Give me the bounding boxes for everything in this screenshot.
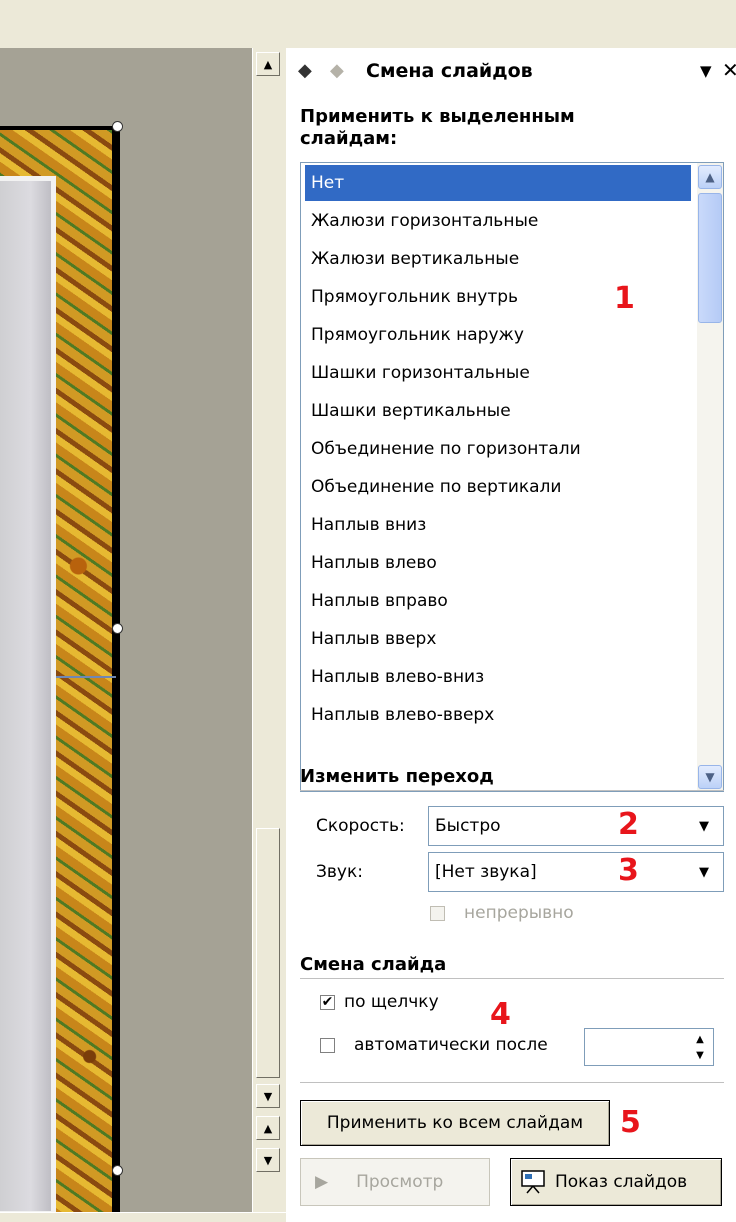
annotation-2: 2 <box>618 807 639 842</box>
annotation-3: 3 <box>618 853 639 888</box>
annotation-4: 4 <box>490 997 511 1032</box>
slideshow-label: Показ слайдов <box>555 1172 688 1192</box>
divider <box>300 978 724 979</box>
list-item[interactable]: Объединение по вертикали <box>305 469 691 505</box>
list-item[interactable]: Наплыв вниз <box>305 507 691 543</box>
advance-section-label: Смена слайда <box>300 954 447 975</box>
apply-section-label: Применить к выделенным слайдам: <box>300 106 575 149</box>
transition-listbox[interactable]: Нет Жалюзи горизонтальные Жалюзи вертика… <box>300 162 724 792</box>
auto-advance-checkbox[interactable] <box>320 1038 335 1053</box>
play-icon: ▶ <box>315 1172 329 1192</box>
listbox-scrollbar[interactable]: ▲ ▼ <box>697 163 723 791</box>
forward-arrow-icon[interactable]: ◆ <box>330 60 344 81</box>
list-item[interactable]: Объединение по горизонтали <box>305 431 691 467</box>
list-item[interactable]: Наплыв влево-вниз <box>305 659 691 695</box>
loop-checkbox[interactable] <box>430 906 445 921</box>
slideshow-button[interactable]: Показ слайдов <box>510 1158 722 1206</box>
list-item[interactable]: Жалюзи вертикальные <box>305 241 691 277</box>
annotation-5: 5 <box>620 1105 641 1140</box>
on-click-checkbox[interactable]: ✔ <box>320 995 335 1010</box>
pane-title: Смена слайдов <box>366 60 533 82</box>
divider <box>300 790 724 791</box>
pane-menu-icon[interactable]: ▼ <box>700 62 712 80</box>
scroll-down-icon[interactable]: ▼ <box>256 1084 280 1108</box>
list-item[interactable]: Шашки горизонтальные <box>305 355 691 391</box>
previous-slide-icon[interactable]: ▲ <box>256 1116 280 1140</box>
auto-advance-label: автоматически после <box>354 1035 548 1055</box>
list-item[interactable]: Нет <box>305 165 691 201</box>
top-strip <box>0 0 736 48</box>
auto-advance-time-input[interactable]: ▲ ▼ <box>584 1028 714 1066</box>
resize-handle-top[interactable] <box>112 121 123 132</box>
workspace-scrollbar[interactable]: ▲ ▼ ▲ ▼ <box>252 48 282 1212</box>
slide-workspace <box>0 48 252 1222</box>
list-item[interactable]: Прямоугольник наружу <box>305 317 691 353</box>
preview-button[interactable]: ▶ Просмотр <box>300 1158 490 1206</box>
list-item[interactable]: Наплыв вверх <box>305 621 691 657</box>
list-item[interactable]: Наплыв влево-вверх <box>305 697 691 733</box>
speed-combo[interactable]: Быстро ▼ <box>428 806 724 846</box>
close-icon[interactable]: ✕ <box>722 58 736 82</box>
slide-thumbnail[interactable] <box>0 126 120 1222</box>
sound-label: Звук: <box>316 862 363 882</box>
speed-label: Скорость: <box>316 816 405 836</box>
resize-handle-middle[interactable] <box>112 623 123 634</box>
spin-up-icon[interactable]: ▲ <box>689 1031 711 1047</box>
back-arrow-icon[interactable]: ◆ <box>298 60 312 81</box>
resize-handle-bottom[interactable] <box>112 1165 123 1176</box>
listbox-scroll-thumb[interactable] <box>698 193 722 323</box>
spin-down-icon[interactable]: ▼ <box>689 1047 711 1063</box>
list-item[interactable]: Шашки вертикальные <box>305 393 691 429</box>
modify-section-label: Изменить переход <box>300 766 494 787</box>
pane-header: ◆ ◆ Смена слайдов ▼ ✕ <box>286 48 736 96</box>
preview-label: Просмотр <box>356 1172 444 1192</box>
apply-to-all-button[interactable]: Применить ко всем слайдам <box>300 1100 610 1146</box>
sound-value: [Нет звука] <box>435 862 537 882</box>
chevron-down-icon[interactable]: ▼ <box>698 765 722 789</box>
scroll-up-icon[interactable]: ▲ <box>256 52 280 76</box>
chevron-down-icon[interactable]: ▼ <box>686 808 722 844</box>
slide-transition-pane: ◆ ◆ Смена слайдов ▼ ✕ Применить к выделе… <box>286 48 736 1222</box>
on-click-label: по щелчку <box>344 992 439 1012</box>
next-slide-icon[interactable]: ▼ <box>256 1148 280 1172</box>
annotation-1: 1 <box>614 281 635 316</box>
slide-content-frame[interactable] <box>0 176 56 1216</box>
list-item[interactable]: Жалюзи горизонтальные <box>305 203 691 239</box>
list-item[interactable]: Наплыв влево <box>305 545 691 581</box>
loop-label: непрерывно <box>464 903 574 923</box>
scroll-thumb[interactable] <box>256 828 280 1078</box>
chevron-down-icon[interactable]: ▼ <box>686 854 722 890</box>
chevron-up-icon[interactable]: ▲ <box>698 165 722 189</box>
slideshow-icon <box>521 1170 545 1194</box>
divider <box>300 1082 724 1083</box>
speed-value: Быстро <box>435 816 501 836</box>
sound-combo[interactable]: [Нет звука] ▼ <box>428 852 724 892</box>
bottom-strip <box>0 1212 286 1222</box>
list-item[interactable]: Наплыв вправо <box>305 583 691 619</box>
slide-guide-line <box>56 676 116 678</box>
